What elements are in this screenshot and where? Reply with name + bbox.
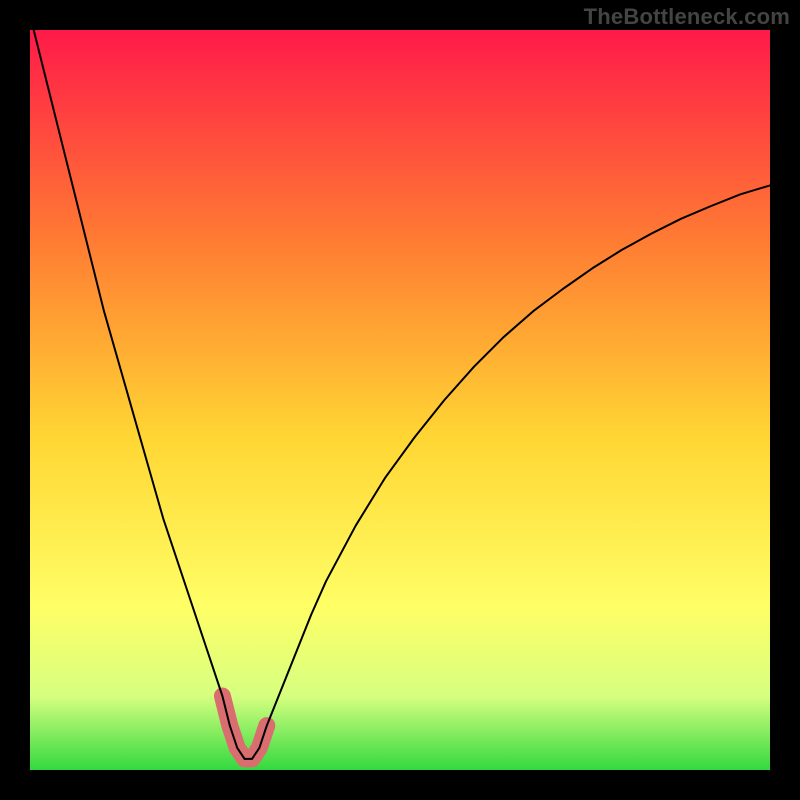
attribution-label: TheBottleneck.com (584, 4, 790, 30)
plot-background (30, 30, 770, 770)
